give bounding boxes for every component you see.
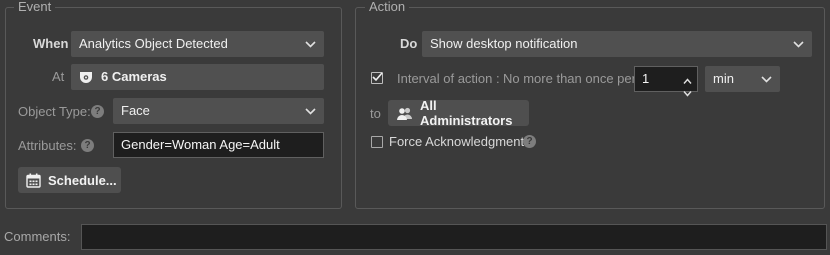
chevron-down-icon bbox=[305, 98, 316, 124]
action-legend: Action bbox=[365, 0, 410, 15]
interval-unit-value: min bbox=[713, 71, 734, 86]
interval-unit-dropdown[interactable]: min bbox=[705, 66, 780, 92]
force-ack-checkbox[interactable] bbox=[371, 136, 383, 148]
do-value: Show desktop notification bbox=[430, 36, 578, 51]
event-legend: Event bbox=[14, 0, 56, 15]
object-type-value: Face bbox=[121, 103, 150, 118]
schedule-label: Schedule... bbox=[48, 172, 117, 188]
at-label: At bbox=[52, 69, 65, 84]
at-cameras-field[interactable]: 6 Cameras bbox=[71, 64, 324, 90]
force-ack-label: Force Acknowledgment bbox=[389, 134, 525, 149]
interval-label: Interval of action : bbox=[397, 71, 500, 86]
attributes-input[interactable]: Gender=Woman Age=Adult bbox=[113, 132, 324, 158]
chevron-down-icon bbox=[305, 31, 316, 57]
comments-input[interactable] bbox=[81, 224, 827, 250]
do-label: Do bbox=[400, 36, 418, 51]
when-label: When bbox=[33, 36, 69, 51]
chevron-down-icon bbox=[793, 31, 804, 57]
schedule-button[interactable]: Schedule... bbox=[18, 167, 121, 193]
attributes-label: Attributes: bbox=[18, 138, 77, 153]
recipients-value: All Administrators bbox=[420, 98, 513, 128]
users-icon bbox=[396, 107, 413, 120]
help-icon[interactable]: ? bbox=[91, 105, 104, 118]
interval-prefix: No more than once per bbox=[503, 71, 636, 86]
object-type-dropdown[interactable]: Face bbox=[113, 98, 324, 124]
calendar-icon bbox=[26, 173, 41, 188]
at-value: 6 Cameras bbox=[101, 69, 167, 84]
camera-icon bbox=[79, 71, 93, 84]
comments-label: Comments: bbox=[4, 229, 71, 244]
interval-checkbox[interactable] bbox=[371, 72, 383, 84]
object-type-label: Object Type: bbox=[18, 104, 91, 119]
do-dropdown[interactable]: Show desktop notification bbox=[422, 31, 812, 57]
chevron-down-icon[interactable] bbox=[683, 81, 692, 105]
help-icon[interactable]: ? bbox=[81, 139, 94, 152]
interval-spinbox[interactable]: 1 bbox=[634, 66, 698, 97]
when-dropdown[interactable]: Analytics Object Detected bbox=[71, 31, 324, 57]
to-label: to bbox=[370, 106, 381, 121]
help-icon[interactable]: ? bbox=[523, 135, 536, 148]
interval-value: 1 bbox=[642, 71, 650, 86]
when-value: Analytics Object Detected bbox=[79, 36, 228, 51]
recipients-button[interactable]: All Administrators bbox=[388, 98, 529, 128]
chevron-down-icon bbox=[761, 66, 772, 92]
